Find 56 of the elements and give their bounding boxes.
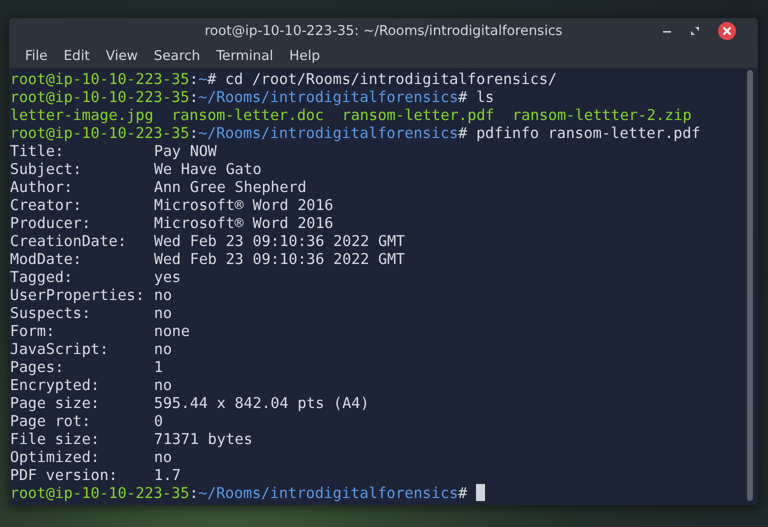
field-value: Wed Feb 23 09:10:36 2022 GMT [154, 232, 406, 250]
field-label: Form: [10, 322, 56, 340]
menu-item[interactable]: Edit [56, 48, 98, 64]
field-value: 71371 bytes [154, 430, 253, 448]
field-value: 1.7 [154, 466, 181, 484]
file-name: letter-image.jpg [10, 106, 154, 124]
menu-item[interactable]: View [98, 48, 146, 64]
close-icon[interactable] [718, 22, 736, 40]
field-value: Microsoft® Word 2016 [154, 214, 334, 232]
field-label: Title: [10, 142, 65, 160]
field-label: Tagged: [10, 268, 74, 286]
field-value: 1 [154, 358, 163, 376]
field-value: 0 [154, 412, 163, 430]
field-label: Author: [10, 178, 74, 196]
field-value: 595.44 x 842.04 pts (A4) [154, 394, 370, 412]
field-label: UserProperties: [10, 286, 146, 304]
field-value: Ann Gree Shepherd [154, 178, 306, 196]
scrollbar[interactable] [747, 70, 753, 501]
field-value: We Have Gato [154, 160, 262, 178]
field-label: Page rot: [10, 412, 92, 430]
prompt-line: root@ip-10-10-223-35:~# cd /root/Rooms/introdigitalforensics/ [10, 70, 557, 88]
field-label: File size: [10, 430, 101, 448]
field-label: Subject: [10, 160, 83, 178]
menu-item[interactable]: File [17, 48, 56, 64]
menu-item[interactable]: Help [281, 48, 328, 64]
file-name: ransom-lettter-2.zip [512, 106, 692, 124]
file-name: ransom-letter.doc [171, 106, 324, 124]
menu-item[interactable]: Search [146, 48, 208, 64]
file-name: ransom-letter.pdf [342, 106, 494, 124]
menu-item[interactable]: Terminal [208, 48, 282, 64]
field-value: Pay NOW [154, 142, 217, 160]
field-value: Microsoft® Word 2016 [154, 196, 334, 214]
field-value: no [154, 376, 172, 394]
field-value: no [154, 340, 172, 358]
prompt-line: root@ip-10-10-223-35:~/Rooms/introdigitalforensics# pdfinfo ransom-letter.pdf [10, 124, 700, 142]
field-label: Encrypted: [10, 376, 101, 394]
field-value: yes [154, 268, 181, 286]
prompt-line: root@ip-10-10-223-35:~/Rooms/introdigitalforensics# [10, 484, 468, 502]
field-label: JavaScript: [10, 340, 110, 358]
field-label: ModDate: [10, 250, 83, 268]
field-label: CreationDate: [10, 232, 128, 250]
field-label: PDF version: [10, 466, 119, 484]
field-label: Page size: [10, 394, 101, 412]
field-value: no [154, 304, 172, 322]
field-label: Pages: [10, 358, 65, 376]
window-title: root@ip-10-10-223-35: ~/Rooms/introdigitalforensics [204, 23, 562, 39]
field-value: no [154, 448, 172, 466]
maximize-icon[interactable] [690, 26, 700, 36]
field-label: Creator: [10, 196, 83, 214]
field-value: Wed Feb 23 09:10:36 2022 GMT [154, 250, 406, 268]
field-label: Producer: [10, 214, 92, 232]
field-value: no [154, 286, 172, 304]
field-label: Optimized: [10, 448, 101, 466]
field-label: Suspects: [10, 304, 92, 322]
prompt-line: root@ip-10-10-223-35:~/Rooms/introdigitalforensics# ls [10, 88, 494, 106]
field-value: none [154, 322, 190, 340]
